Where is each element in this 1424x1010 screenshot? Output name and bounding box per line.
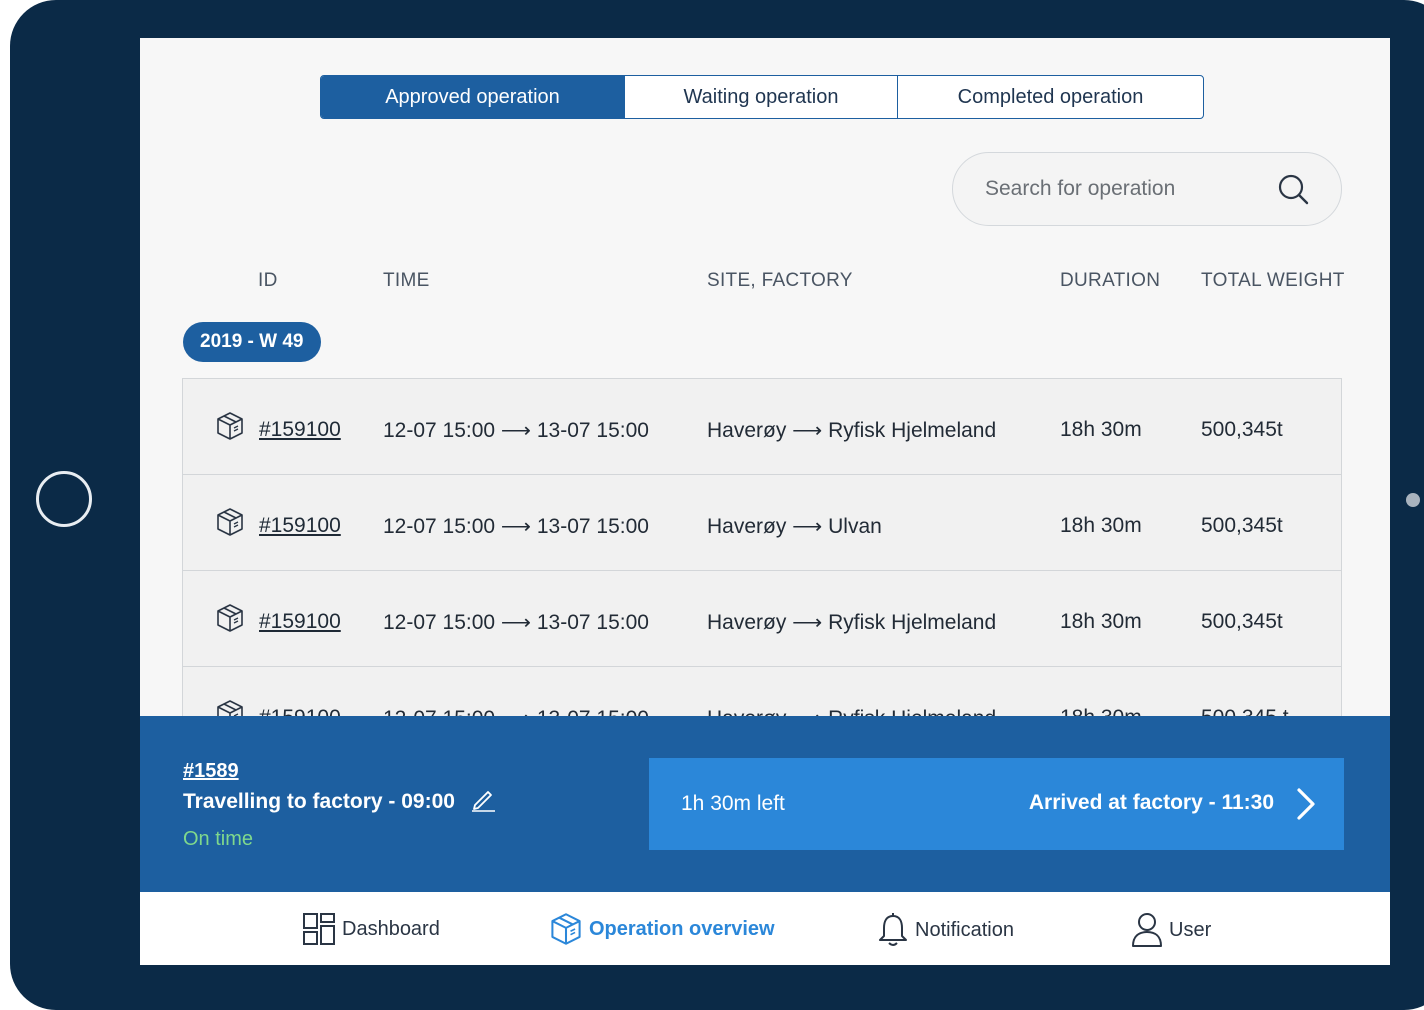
column-header-duration: DURATION bbox=[1060, 270, 1161, 291]
row-duration: 18h 30m bbox=[1060, 610, 1142, 633]
package-icon bbox=[217, 412, 243, 440]
time-remaining: 1h 30m left bbox=[681, 792, 785, 815]
row-time: 12-07 15:00 ⟶ 13-07 15:00 bbox=[383, 419, 649, 442]
edit-icon[interactable] bbox=[470, 786, 496, 812]
row-weight: 500,345t bbox=[1201, 610, 1283, 633]
nav-operation-overview[interactable]: Operation overview bbox=[549, 912, 775, 946]
current-operation-bar: #1589 Travelling to factory - 09:00 On t… bbox=[140, 716, 1390, 892]
dashboard-icon bbox=[303, 913, 335, 945]
row-time: 12-07 15:00 ⟶ 13-07 15:00 bbox=[383, 611, 649, 634]
side-sensor bbox=[1406, 493, 1420, 507]
bottom-nav: Dashboard Operation overview Notificatio… bbox=[140, 892, 1390, 965]
next-step-label: Arrived at factory - 11:30 bbox=[1028, 791, 1274, 814]
week-badge: 2019 - W 49 bbox=[183, 322, 321, 362]
row-site: Haverøy ⟶ Ulvan bbox=[707, 515, 882, 538]
row-site: Haverøy ⟶ Ryfisk Hjelmeland bbox=[707, 611, 997, 634]
user-icon bbox=[1132, 913, 1162, 947]
nav-notification-label: Notification bbox=[915, 918, 1014, 941]
package-icon bbox=[217, 508, 243, 536]
row-site: Haverøy ⟶ Ryfisk Hjelmeland bbox=[707, 419, 997, 442]
current-operation-id[interactable]: #1589 bbox=[183, 760, 239, 783]
table-row[interactable]: #159100 12-07 15:00 ⟶ 13-07 15:00 Haverø… bbox=[183, 379, 1341, 475]
column-header-id: ID bbox=[258, 270, 278, 291]
row-weight: 500,345t bbox=[1201, 418, 1283, 441]
table-row[interactable]: #159100 12-07 15:00 ⟶ 13-07 15:00 Haverø… bbox=[183, 571, 1341, 667]
column-header-time: TIME bbox=[383, 270, 430, 291]
tab-completed-operation[interactable]: Completed operation bbox=[897, 76, 1203, 118]
search-box bbox=[952, 152, 1342, 226]
row-duration: 18h 30m bbox=[1060, 514, 1142, 537]
screen: Approved operation Waiting operation Com… bbox=[140, 38, 1390, 965]
nav-user-label: User bbox=[1169, 918, 1212, 941]
row-time: 12-07 15:00 ⟶ 13-07 15:00 bbox=[383, 515, 649, 538]
row-weight: 500,345t bbox=[1201, 514, 1283, 537]
chevron-right-icon bbox=[1297, 788, 1315, 820]
bell-icon bbox=[879, 913, 907, 946]
current-operation-title: Travelling to factory - 09:00 bbox=[183, 790, 455, 813]
row-id-link[interactable]: #159100 bbox=[259, 514, 341, 538]
row-id-link[interactable]: #159100 bbox=[259, 610, 341, 634]
next-step-button[interactable]: 1h 30m left Arrived at factory - 11:30 bbox=[649, 758, 1344, 850]
nav-dashboard[interactable]: Dashboard bbox=[302, 912, 440, 946]
table-row[interactable]: #159100 12-07 15:00 ⟶ 13-07 15:00 Haverø… bbox=[183, 475, 1341, 571]
row-duration: 18h 30m bbox=[1060, 418, 1142, 441]
on-time-status: On time bbox=[183, 828, 254, 850]
nav-notification[interactable]: Notification bbox=[877, 912, 1014, 948]
tab-approved-operation[interactable]: Approved operation bbox=[321, 76, 624, 118]
search-icon[interactable] bbox=[1277, 173, 1309, 205]
package-icon bbox=[217, 604, 243, 632]
column-header-weight: TOTAL WEIGHT bbox=[1201, 270, 1345, 291]
nav-dashboard-label: Dashboard bbox=[342, 917, 440, 940]
row-id-link[interactable]: #159100 bbox=[259, 418, 341, 442]
package-icon bbox=[551, 913, 581, 945]
operation-tabs: Approved operation Waiting operation Com… bbox=[320, 75, 1204, 119]
column-header-site: SITE, FACTORY bbox=[707, 270, 853, 291]
tab-waiting-operation[interactable]: Waiting operation bbox=[624, 76, 897, 118]
nav-operation-overview-label: Operation overview bbox=[589, 917, 775, 940]
search-input[interactable] bbox=[983, 176, 1267, 202]
nav-user[interactable]: User bbox=[1131, 912, 1211, 948]
home-button[interactable] bbox=[36, 471, 92, 527]
